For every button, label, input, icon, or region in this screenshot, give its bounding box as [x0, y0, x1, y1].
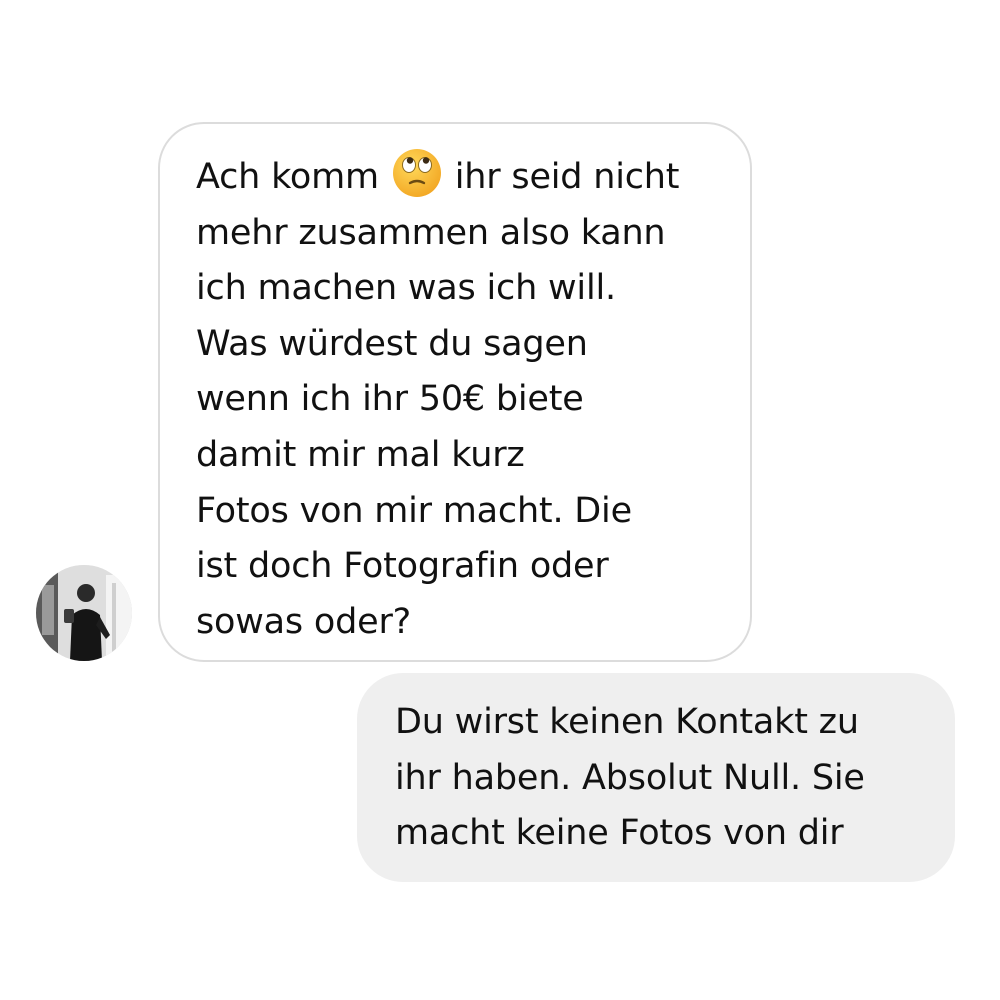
avatar-photo: [36, 565, 132, 661]
incoming-message-text: Ach komm ihr seid nicht mehr zusammen al…: [196, 148, 720, 650]
sender-avatar[interactable]: [36, 565, 132, 661]
outgoing-message-bubble[interactable]: Du wirst keinen Kontakt zu ihr haben. Ab…: [357, 673, 955, 882]
incoming-message-bubble[interactable]: Ach komm ihr seid nicht mehr zusammen al…: [158, 122, 752, 662]
outgoing-message-text: Du wirst keinen Kontakt zu ihr haben. Ab…: [395, 702, 865, 854]
face-with-rolling-eyes-icon: [392, 149, 441, 197]
incoming-text-start: Ach komm: [196, 157, 379, 197]
chat-thread: Ach komm ihr seid nicht mehr zusammen al…: [0, 0, 1000, 1000]
incoming-text-rest: ihr seid nicht mehr zusammen also kann i…: [196, 157, 680, 642]
